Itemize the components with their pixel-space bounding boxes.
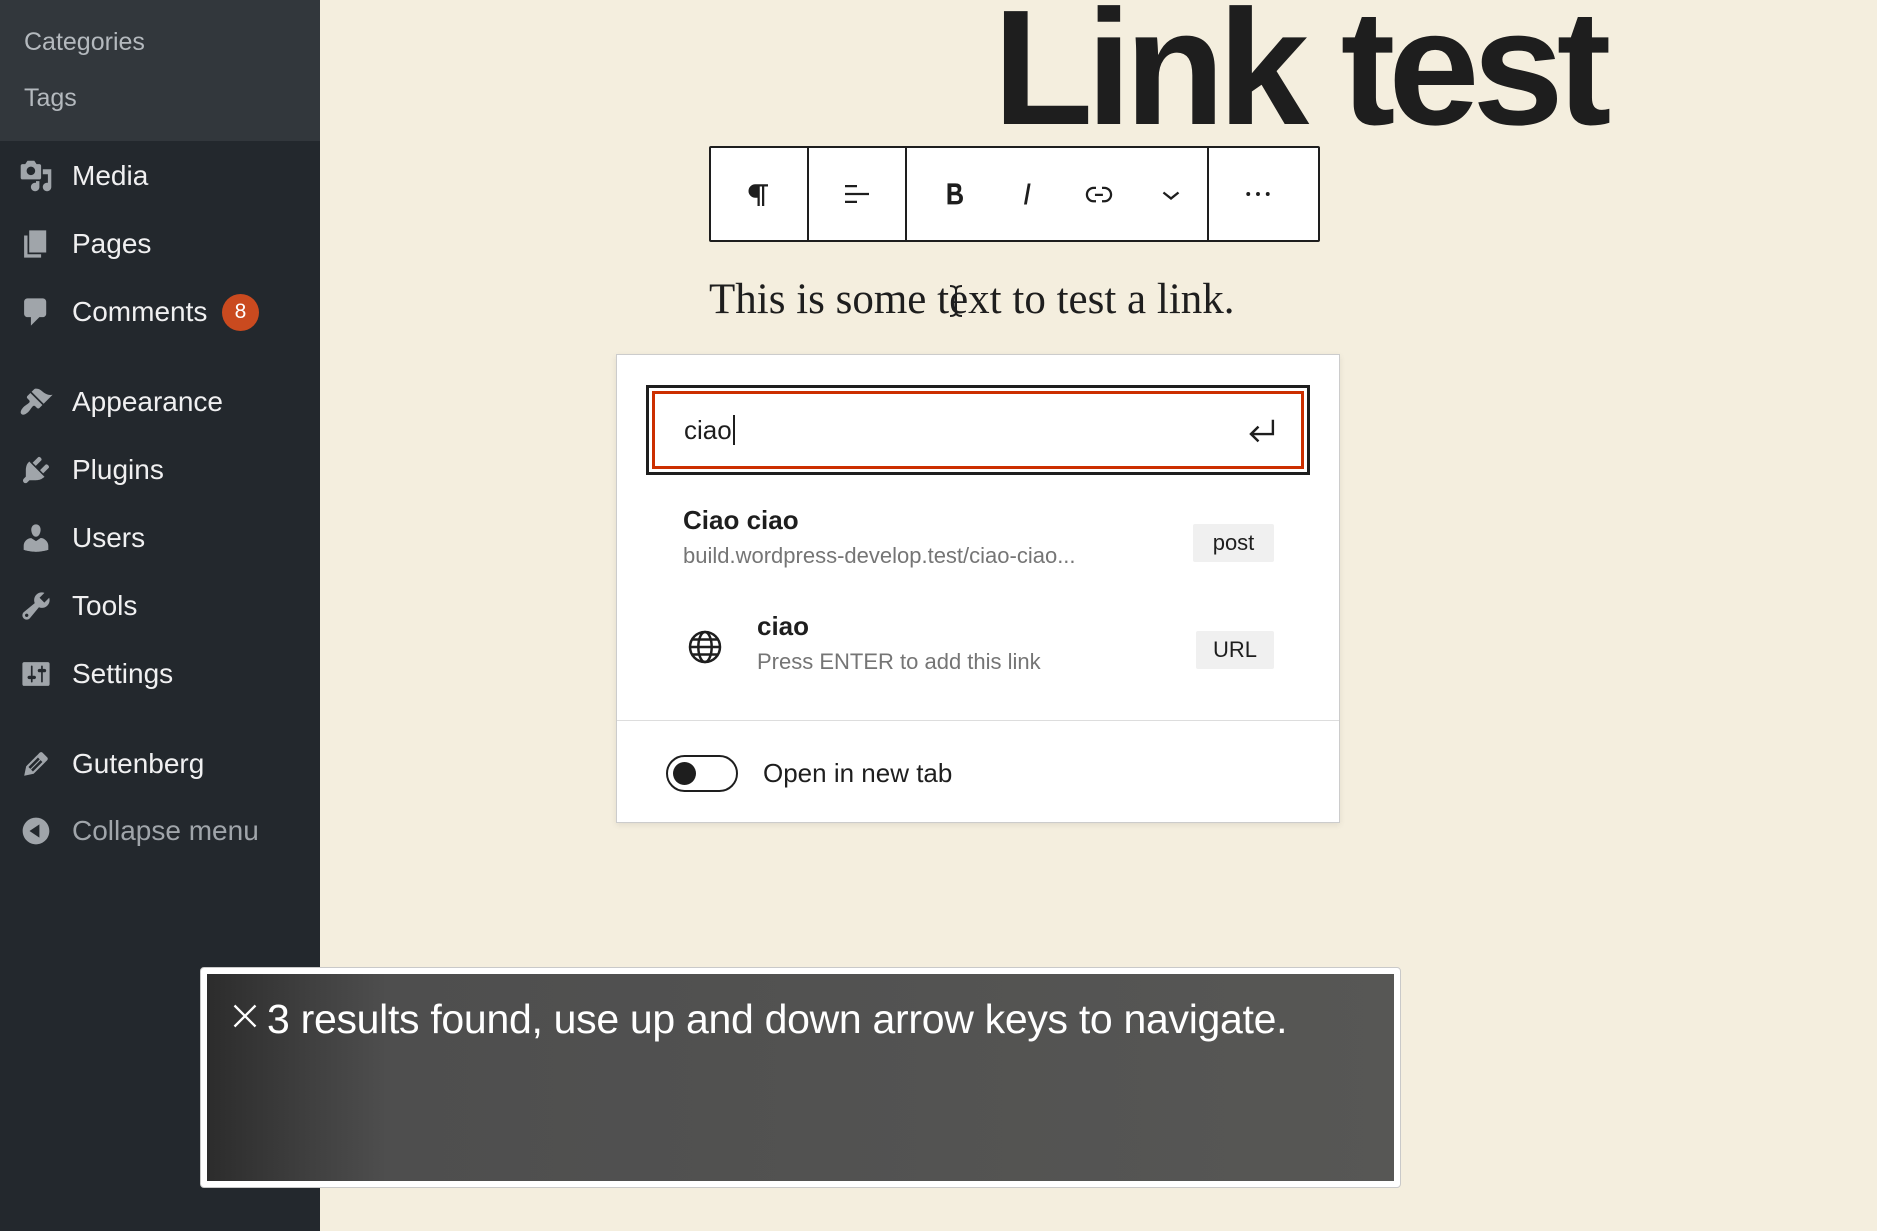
paragraph-icon [748,184,768,206]
notice-message: 3 results found, use up and down arrow k… [267,996,1288,1042]
more-options-button[interactable] [1209,148,1306,240]
options-group [1209,148,1306,240]
open-in-new-tab-toggle[interactable] [666,755,738,792]
link-button[interactable] [1063,148,1135,240]
sidebar-item-pages[interactable]: Pages [0,216,320,272]
result-title: ciao [757,611,810,641]
results-notice: 3 results found, use up and down arrow k… [200,967,1401,1188]
submenu-item-categories[interactable]: Categories [24,28,145,57]
more-formats-button[interactable] [1135,148,1207,240]
sidebar-item-tools[interactable]: Tools [0,578,320,634]
settings-icon [18,656,54,692]
paragraph-block-button[interactable] [711,148,807,240]
result-type-tag-url: URL [1196,631,1274,669]
comments-icon [18,294,54,330]
sidebar-item-users[interactable]: Users [0,510,320,566]
sidebar-item-comments[interactable]: Comments 8 [0,284,320,340]
appearance-icon [18,384,54,420]
result-type-tag-post: post [1193,524,1274,562]
submit-link-button[interactable] [1243,410,1283,450]
block-toolbar [709,146,1320,242]
sidebar-item-media[interactable]: Media [0,148,320,204]
notice-panel: 3 results found, use up and down arrow k… [207,974,1394,1181]
post-title[interactable]: Link test [993,0,1611,150]
url-input-value[interactable]: ciao [684,415,735,445]
media-icon [18,158,54,194]
chevron-down-icon [1162,191,1180,200]
sidebar-item-label: Tools [72,590,138,621]
align-button[interactable] [809,148,905,240]
collapse-icon [18,813,54,849]
users-icon [18,520,54,556]
toggle-knob [673,762,696,785]
sidebar-item-label: Appearance [72,386,224,417]
sidebar-item-gutenberg[interactable]: Gutenberg [0,736,320,792]
alignment-group [809,148,907,240]
paragraph-block[interactable]: This is some text to test a link. [709,275,1235,324]
sidebar-item-label: Gutenberg [72,748,205,779]
result-hint: Press ENTER to add this link [757,649,1041,674]
collapse-menu-button[interactable]: Collapse menu [0,803,320,859]
popover-divider [617,720,1339,721]
bold-button[interactable] [919,148,991,240]
sidebar-item-label: Settings [72,658,174,689]
sidebar-item-label: Pages [72,228,152,259]
comment-count-badge: 8 [222,293,259,331]
sidebar-item-plugins[interactable]: Plugins [0,442,320,498]
text-cursor-icon [949,285,963,317]
posts-submenu: Categories Tags [0,0,320,141]
align-icon [845,185,869,203]
link-popover: ciao Ciao ciao build.wordpress-develop.t… [616,354,1340,823]
sidebar-item-appearance[interactable]: Appearance [0,374,320,430]
link-icon [1085,186,1113,203]
sidebar-item-label: Media [72,160,149,191]
italic-button[interactable] [991,148,1063,240]
collapse-menu-label: Collapse menu [72,815,259,846]
more-options-icon [1245,192,1270,196]
sidebar-item-label: Users [72,522,146,553]
close-icon[interactable] [231,1002,259,1030]
url-input[interactable]: ciao [652,391,1304,469]
url-input-wrapper: ciao [646,385,1310,475]
format-group [907,148,1209,240]
globe-icon [688,630,722,664]
result-url: build.wordpress-develop.test/ciao-ciao..… [683,543,1076,568]
submenu-item-tags[interactable]: Tags [24,84,77,113]
enter-icon [1249,419,1275,443]
result-title: Ciao ciao [683,505,799,535]
italic-icon [1024,183,1031,205]
sidebar-item-label: Plugins [72,454,164,485]
sidebar-item-label: Comments [72,296,208,327]
open-in-new-tab-label[interactable]: Open in new tab [763,758,952,789]
pages-icon [18,226,54,262]
sidebar-item-settings[interactable]: Settings [0,646,320,702]
block-type-group [711,148,809,240]
plugins-icon [18,452,54,488]
bold-icon [947,183,963,205]
gutenberg-icon [18,746,54,782]
tools-icon [18,588,54,624]
